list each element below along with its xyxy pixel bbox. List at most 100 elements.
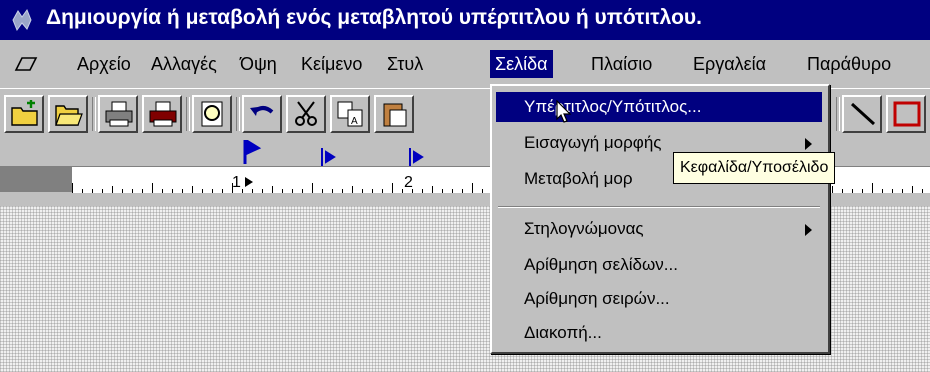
ruler-tick bbox=[402, 189, 403, 193]
menu-item-label: Διακοπή... bbox=[524, 323, 602, 342]
ruler-tick bbox=[362, 189, 363, 193]
draw-frame-button[interactable] bbox=[886, 95, 926, 133]
menu-item-header-footer[interactable]: Υπέρτιτλος/Υπότιτλος... bbox=[496, 92, 822, 122]
ruler-tick bbox=[122, 189, 123, 193]
menu-item-label: Μεταβολή μορ bbox=[524, 169, 633, 188]
ruler-tick bbox=[92, 189, 93, 193]
ruler-tick bbox=[302, 189, 303, 193]
undo-button[interactable] bbox=[242, 95, 282, 133]
toolbar-separator bbox=[92, 97, 96, 131]
menu-text[interactable]: Κείμενο bbox=[296, 50, 367, 78]
line-icon bbox=[850, 102, 876, 126]
menu-item-break[interactable]: Διακοπή... bbox=[496, 318, 822, 348]
menu-page[interactable]: Σελίδα bbox=[490, 50, 553, 78]
toolbar-separator bbox=[236, 97, 240, 131]
menu-item-page-numbering[interactable]: Αρίθμηση σελίδων... bbox=[496, 250, 822, 280]
menu-tools[interactable]: Εργαλεία bbox=[688, 50, 771, 78]
ruler-tick bbox=[262, 189, 263, 193]
find-icon bbox=[201, 101, 223, 127]
ruler-tick bbox=[392, 183, 393, 193]
menu-item-label: Αρίθμηση σελίδων... bbox=[524, 255, 678, 274]
submenu-arrow-icon bbox=[805, 224, 812, 236]
new-folder-icon bbox=[11, 100, 38, 126]
ruler-tick bbox=[422, 189, 423, 193]
ruler-tick bbox=[872, 183, 873, 193]
ruler-tick bbox=[322, 189, 323, 193]
find-button[interactable] bbox=[192, 95, 232, 133]
menu-item-line-numbering[interactable]: Αρίθμηση σειρών... bbox=[496, 284, 822, 314]
menu-frame[interactable]: Πλαίσιο bbox=[586, 50, 657, 78]
print-preview-icon bbox=[149, 101, 177, 127]
ruler-tick bbox=[202, 189, 203, 193]
ruler-tick bbox=[252, 189, 253, 193]
ruler-tick bbox=[922, 189, 923, 193]
ruler-tick bbox=[82, 189, 83, 193]
menu-bar: Αρχείο Αλλαγές Όψη Κείμενο Στυλ Σελίδα Π… bbox=[0, 42, 930, 86]
menu-style[interactable]: Στυλ bbox=[382, 50, 428, 78]
menu-file[interactable]: Αρχείο bbox=[72, 50, 136, 78]
ruler-tick bbox=[452, 189, 453, 193]
cut-icon bbox=[295, 101, 317, 126]
menu-separator bbox=[498, 206, 820, 208]
copy-button[interactable]: A bbox=[330, 95, 370, 133]
ruler-tick bbox=[132, 189, 133, 193]
ruler-tick bbox=[222, 189, 223, 193]
ruler-tick bbox=[902, 189, 903, 193]
ruler-tick bbox=[472, 183, 473, 193]
ruler-margin bbox=[0, 166, 72, 192]
ruler-tick bbox=[182, 189, 183, 193]
ruler-tick bbox=[342, 189, 343, 193]
menu-item-label: Υπέρτιτλος/Υπότιτλος... bbox=[524, 97, 702, 116]
first-line-indent-marker[interactable] bbox=[242, 140, 264, 166]
ruler-tick bbox=[462, 189, 463, 193]
menu-item-column-guide[interactable]: Στηλογνώμονας bbox=[496, 214, 822, 244]
ruler-tick bbox=[432, 186, 433, 193]
document-control-icon[interactable] bbox=[14, 54, 38, 74]
title-bar: Δημιουργία ή μεταβολή ενός μεταβλητού υπ… bbox=[0, 0, 930, 40]
ruler-tick bbox=[162, 189, 163, 193]
ruler-tick bbox=[142, 189, 143, 193]
submenu-arrow-icon bbox=[805, 138, 812, 150]
page-menu-dropdown: Υπέρτιτλος/Υπότιτλος... Εισαγωγή μορφής … bbox=[490, 84, 830, 354]
ruler-tick bbox=[72, 183, 73, 193]
ruler-tick bbox=[842, 189, 843, 193]
ruler-tick bbox=[832, 186, 833, 193]
menu-edit[interactable]: Αλλαγές bbox=[146, 50, 222, 78]
ruler-tick bbox=[102, 189, 103, 193]
ruler-number: 2 bbox=[404, 174, 413, 191]
draw-line-button[interactable] bbox=[842, 95, 882, 133]
cut-button[interactable] bbox=[286, 95, 326, 133]
ruler-tick bbox=[482, 189, 483, 193]
ruler-tick bbox=[282, 189, 283, 193]
frame-icon bbox=[893, 101, 921, 127]
app-icon[interactable] bbox=[10, 8, 34, 32]
ruler-tick bbox=[272, 186, 273, 193]
ruler-tick bbox=[352, 186, 353, 193]
ruler-tick bbox=[292, 189, 293, 193]
toolbar-separator bbox=[186, 97, 190, 131]
open-folder-button[interactable] bbox=[48, 95, 88, 133]
ruler-tick bbox=[372, 189, 373, 193]
menu-item-label: Εισαγωγή μορφής bbox=[524, 133, 662, 152]
ruler-tick bbox=[912, 186, 913, 193]
new-folder-button[interactable] bbox=[4, 95, 44, 133]
ruler-tick bbox=[312, 183, 313, 193]
tab-stop-marker[interactable] bbox=[320, 148, 336, 166]
print-preview-button[interactable] bbox=[142, 95, 182, 133]
ruler-tick bbox=[172, 189, 173, 193]
ruler-tick bbox=[852, 189, 853, 193]
indent-marker[interactable] bbox=[244, 176, 254, 188]
paste-button[interactable] bbox=[374, 95, 414, 133]
print-icon bbox=[105, 101, 133, 127]
ruler-tick bbox=[192, 186, 193, 193]
ruler-tick bbox=[212, 189, 213, 193]
menu-view[interactable]: Όψη bbox=[235, 50, 282, 78]
print-button[interactable] bbox=[98, 95, 138, 133]
menu-item-label: Αρίθμηση σειρών... bbox=[524, 289, 670, 308]
tab-stop-marker[interactable] bbox=[408, 148, 424, 166]
open-folder-icon bbox=[55, 105, 83, 126]
paste-icon bbox=[383, 103, 407, 127]
mouse-cursor-icon bbox=[556, 100, 572, 123]
menu-window[interactable]: Παράθυρο bbox=[802, 50, 896, 78]
ruler-tick bbox=[882, 189, 883, 193]
